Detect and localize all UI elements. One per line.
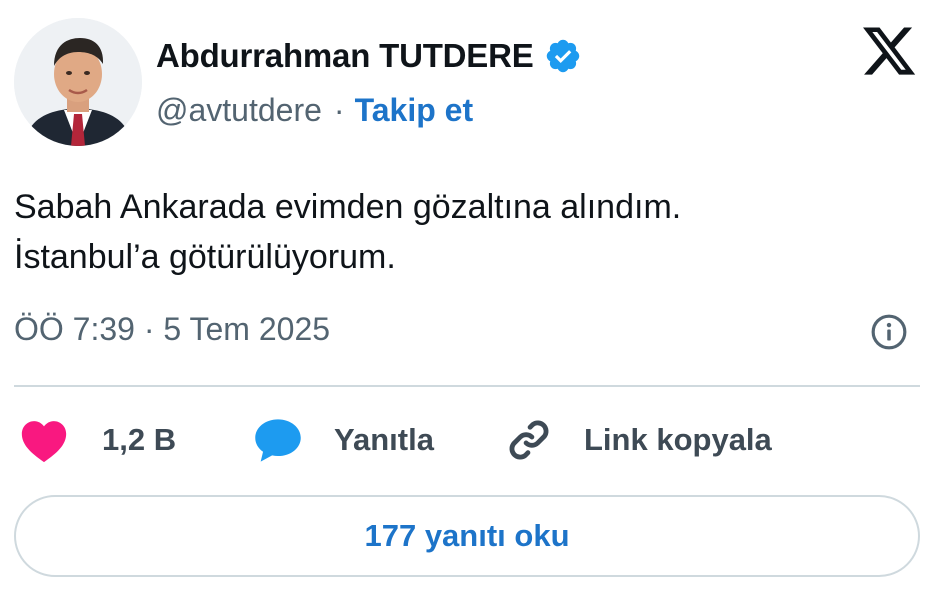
separator-dot: · — [333, 91, 345, 128]
copy-link-label: Link kopyala — [584, 422, 772, 457]
verified-badge-icon — [544, 37, 582, 75]
tweet-text-line: Sabah Ankarada evimden gözaltına alındım… — [14, 188, 682, 226]
tweet-text-line: İstanbul’a götürülüyorum. — [14, 238, 396, 276]
read-replies-label: 177 yanıtı oku — [364, 518, 570, 553]
info-icon[interactable] — [870, 313, 908, 351]
author-handle[interactable]: @avtutdere — [156, 92, 322, 129]
tweet-meta-row: ÖÖ 7:39 · 5 Tem 2025 — [14, 307, 920, 357]
tweet-header: Abdurrahman TUTDERE @avtutdere · Takip e… — [14, 18, 934, 148]
author-handle-row: @avtutdere · Takip et — [156, 88, 473, 132]
tweet-timestamp[interactable]: ÖÖ 7:39 · 5 Tem 2025 — [14, 311, 330, 348]
author-name-row: Abdurrahman TUTDERE — [156, 32, 582, 80]
heart-icon — [21, 421, 67, 463]
x-logo-icon[interactable] — [860, 22, 918, 80]
avatar[interactable] — [14, 18, 142, 146]
like-button[interactable]: 1,2 B — [18, 410, 176, 470]
copy-link-button[interactable]: Link kopyala — [504, 410, 772, 470]
tweet-embed-card: Abdurrahman TUTDERE @avtutdere · Takip e… — [0, 0, 948, 589]
tweet-text: Sabah Ankarada evimden gözaltına alındım… — [14, 182, 914, 282]
tweet-actions: 1,2 B Yanıtla Link kopyala — [14, 410, 920, 470]
like-count: 1,2 B — [102, 422, 177, 457]
reply-label: Yanıtla — [334, 422, 434, 457]
reply-button[interactable]: Yanıtla — [252, 410, 434, 470]
divider — [14, 385, 920, 387]
read-replies-button[interactable]: 177 yanıtı oku — [14, 495, 920, 577]
link-icon — [509, 420, 549, 460]
speech-bubble-icon — [255, 419, 301, 462]
author-display-name[interactable]: Abdurrahman TUTDERE — [156, 37, 534, 75]
follow-link[interactable]: Takip et — [355, 92, 474, 129]
